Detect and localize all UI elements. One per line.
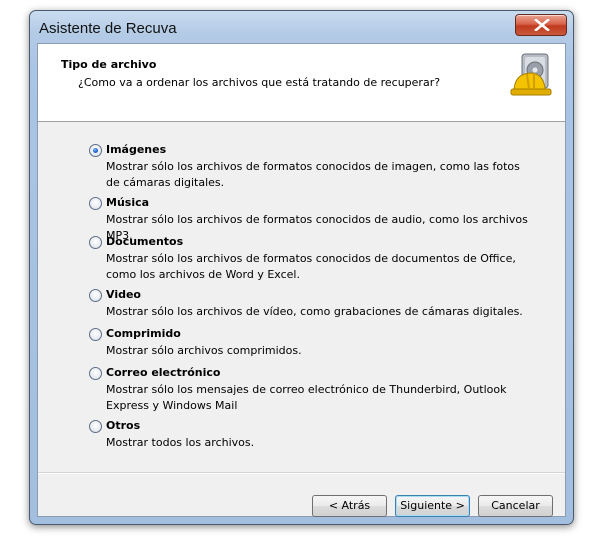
wizard-header: Tipo de archivo ¿Como va a ordenar los a… [38,44,565,122]
radio-video[interactable] [89,289,102,302]
option-description: Mostrar sólo los archivos de formatos co… [106,160,520,189]
back-button[interactable]: < Atrás [312,495,387,517]
radio-otros[interactable] [89,420,102,433]
window-title: Asistente de Recuva [39,20,177,37]
recuva-helmet-drive-icon [510,53,552,96]
wizard-client-area: Tipo de archivo ¿Como va a ordenar los a… [37,43,566,517]
footer-separator [38,472,565,474]
option-description: Mostrar sólo los mensajes de correo elec… [106,383,507,412]
option-description: Mostrar sólo los archivos de vídeo, como… [106,305,523,318]
page-subtitle: ¿Como va a ordenar los archivos que está… [78,76,441,89]
option-label[interactable]: Comprimido [106,327,181,340]
option-label[interactable]: Documentos [106,235,183,248]
option-description: Mostrar sólo archivos comprimidos. [106,344,302,357]
option-label[interactable]: Otros [106,419,140,432]
option-description: Mostrar sólo los archivos de formatos co… [106,252,516,281]
radio-correo[interactable] [89,367,102,380]
close-icon [534,19,550,31]
option-label[interactable]: Correo electrónico [106,366,220,379]
cancel-button[interactable]: Cancelar [478,495,553,517]
option-label[interactable]: Música [106,196,149,209]
radio-musica[interactable] [89,197,102,210]
next-button[interactable]: Siguiente > [395,495,470,517]
close-button[interactable] [515,14,567,36]
radio-documentos[interactable] [89,236,102,249]
option-description: Mostrar todos los archivos. [106,436,255,449]
radio-comprimido[interactable] [89,328,102,341]
radio-imagenes[interactable] [89,144,102,157]
option-label[interactable]: Imágenes [106,143,166,156]
page-title: Tipo de archivo [61,58,157,71]
option-label[interactable]: Video [106,288,141,301]
wizard-window: Asistente de Recuva Tipo de archivo ¿Com… [29,10,574,525]
title-bar[interactable]: Asistente de Recuva [30,11,573,45]
